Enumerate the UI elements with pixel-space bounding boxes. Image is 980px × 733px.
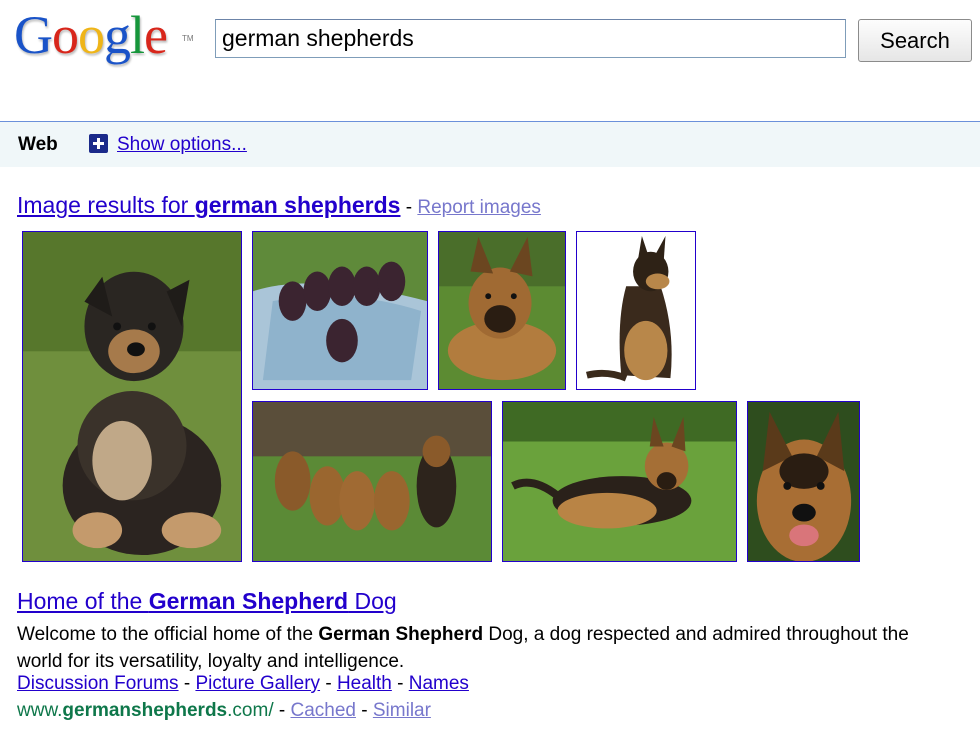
logo-letter: G <box>14 5 53 65</box>
shepherd-group-image <box>253 402 491 561</box>
sitelinks: Discussion Forums - Picture Gallery - He… <box>17 673 469 695</box>
image-thumbnail-shepherd-sitting[interactable] <box>576 231 696 390</box>
sitelink-picture-gallery[interactable]: Picture Gallery <box>195 673 320 694</box>
cached-link[interactable]: Cached <box>290 700 356 721</box>
result-title-bold: German Shepherd <box>148 588 349 614</box>
sitelink-discussion-forums[interactable]: Discussion Forums <box>17 673 179 694</box>
logo-letter: e <box>144 5 168 65</box>
url-pre: www. <box>17 700 63 721</box>
logo-letter: g <box>104 5 131 65</box>
image-thumbnail-puppy[interactable] <box>22 231 242 562</box>
shepherd-head-image <box>748 402 859 561</box>
image-results-link[interactable]: Image results for german shepherds <box>17 192 400 218</box>
show-options-link[interactable]: Show options... <box>117 134 247 156</box>
web-label: Web <box>18 134 58 155</box>
result-url-line: www.germanshepherds.com/ - Cached - Simi… <box>17 700 431 722</box>
puppy-litter-image <box>253 232 427 389</box>
image-thumbnail-puppy-litter[interactable] <box>252 231 428 390</box>
image-thumbnail-shepherd-field[interactable] <box>502 401 737 562</box>
search-options-bar: Web Show options... <box>0 121 980 167</box>
logo-trademark: TM <box>182 34 194 43</box>
logo-letter: l <box>130 5 145 65</box>
separator: - <box>400 197 418 218</box>
result-title-link[interactable]: Home of the German Shepherd Dog <box>17 588 397 615</box>
image-thumbnail-shepherd-lying[interactable] <box>438 231 566 390</box>
logo-letter: o <box>52 5 79 65</box>
snippet-bold: German Shepherd <box>318 624 484 645</box>
result-title-pre: Home of the <box>17 588 149 614</box>
separator: - <box>178 673 196 694</box>
shepherd-field-image <box>503 402 736 561</box>
search-input[interactable] <box>215 19 846 58</box>
result-url: www.germanshepherds.com/ <box>17 700 274 721</box>
snippet-pre: Welcome to the official home of the <box>17 624 319 645</box>
image-results-query: german shepherds <box>194 192 401 218</box>
report-images-link[interactable]: Report images <box>417 197 541 218</box>
shepherd-lying-image <box>439 232 565 389</box>
similar-link[interactable]: Similar <box>373 700 431 721</box>
result-title-post: Dog <box>348 588 397 614</box>
image-results-heading: Image results for german shepherds - Rep… <box>17 192 541 219</box>
google-logo[interactable]: Google TM <box>14 5 194 78</box>
image-thumbnail-shepherd-head[interactable] <box>747 401 860 562</box>
separator: - <box>320 673 337 694</box>
url-bold: germanshepherds <box>62 700 228 721</box>
puppy-image <box>23 232 241 561</box>
separator: - <box>273 700 291 721</box>
shepherd-sitting-image <box>577 232 695 389</box>
image-results-prefix: Image results for <box>17 192 195 218</box>
sitelink-health[interactable]: Health <box>337 673 392 694</box>
search-button[interactable]: Search <box>858 19 972 62</box>
separator: - <box>355 700 373 721</box>
separator: - <box>391 673 409 694</box>
result-snippet: Welcome to the official home of the Germ… <box>17 621 947 675</box>
url-post: .com/ <box>227 700 274 721</box>
plus-icon[interactable] <box>89 134 108 153</box>
image-thumbnail-shepherd-group[interactable] <box>252 401 492 562</box>
sitelink-names[interactable]: Names <box>409 673 469 694</box>
logo-letter: o <box>78 5 105 65</box>
